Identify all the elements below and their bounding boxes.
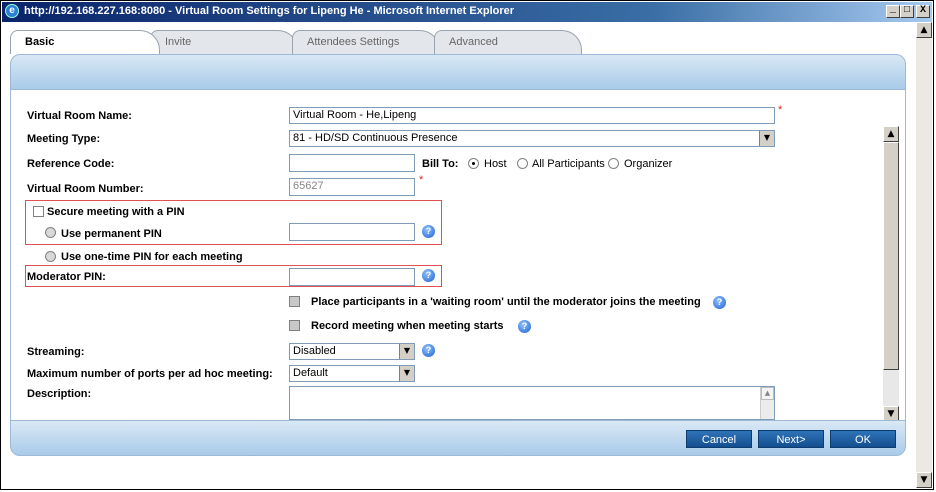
meeting-type-select[interactable]: 81 - HD/SD Continuous Presence ▼ (289, 130, 775, 147)
tab-invite[interactable]: Invite (150, 30, 298, 54)
help-icon[interactable]: ? (713, 296, 726, 309)
panel-header (10, 54, 906, 90)
secure-pin-checkbox[interactable] (33, 206, 44, 217)
meeting-type-value: 81 - HD/SD Continuous Presence (293, 132, 458, 144)
permanent-pin-label: Use permanent PIN (61, 228, 162, 240)
scroll-thumb[interactable] (883, 142, 899, 370)
virtual-room-number-label: Virtual Room Number: (27, 183, 144, 195)
record-meeting-checkbox[interactable] (289, 320, 300, 331)
close-button[interactable]: X (916, 5, 930, 18)
window-title: http://192.168.227.168:8080 - Virtual Ro… (24, 5, 515, 17)
scroll-down-icon[interactable]: ▼ (883, 406, 899, 420)
help-icon[interactable]: ? (422, 344, 435, 357)
streaming-value: Disabled (293, 345, 336, 357)
bill-to-organizer-label: Organizer (624, 158, 673, 170)
help-icon[interactable]: ? (518, 320, 531, 333)
required-marker: * (419, 174, 424, 186)
description-label: Description: (27, 388, 92, 400)
bill-to-label: Bill To: (422, 158, 459, 170)
waiting-room-label: Place participants in a 'waiting room' u… (311, 296, 701, 308)
scroll-down-icon[interactable]: ▼ (916, 472, 932, 488)
maximize-button[interactable]: □ (900, 5, 914, 18)
one-time-pin-radio[interactable] (45, 251, 56, 262)
help-icon[interactable]: ? (422, 269, 435, 282)
permanent-pin-input[interactable] (289, 223, 415, 241)
bill-to-host-radio[interactable] (468, 158, 479, 169)
ok-button[interactable]: OK (830, 430, 896, 448)
bill-to-host-label: Host (484, 158, 507, 170)
help-icon[interactable]: ? (422, 225, 435, 238)
max-ports-value: Default (293, 367, 328, 379)
reference-code-input[interactable] (289, 154, 415, 172)
next-button[interactable]: Next> (758, 430, 824, 448)
waiting-room-checkbox[interactable] (289, 296, 300, 307)
description-scrollbar[interactable]: ▲ (760, 387, 774, 419)
ie-icon: e (5, 4, 19, 18)
virtual-room-number-input[interactable]: 65627 (289, 178, 415, 196)
max-ports-label: Maximum number of ports per ad hoc meeti… (27, 368, 273, 380)
tab-attendees-settings[interactable]: Attendees Settings (292, 30, 440, 54)
chevron-down-icon[interactable]: ▼ (399, 344, 414, 359)
required-marker: * (778, 104, 783, 116)
secure-pin-label: Secure meeting with a PIN (47, 206, 185, 218)
bill-to-organizer-radio[interactable] (608, 158, 619, 169)
scroll-up-icon[interactable]: ▲ (883, 126, 899, 142)
chevron-down-icon[interactable]: ▼ (759, 131, 774, 146)
record-meeting-label: Record meeting when meeting starts (311, 320, 504, 332)
permanent-pin-radio[interactable] (45, 227, 56, 238)
streaming-select[interactable]: Disabled ▼ (289, 343, 415, 360)
tab-bar: Basic Invite Attendees Settings Advanced (10, 30, 710, 54)
tab-basic[interactable]: Basic (10, 30, 160, 54)
scroll-up-icon[interactable]: ▲ (916, 22, 932, 38)
moderator-pin-input[interactable] (289, 268, 415, 286)
tab-advanced[interactable]: Advanced (434, 30, 582, 54)
virtual-room-name-input[interactable]: Virtual Room - He,Lipeng (289, 107, 775, 124)
page-scrollbar[interactable]: ▲ ▼ (916, 22, 932, 488)
virtual-room-name-label: Virtual Room Name: (27, 110, 132, 122)
form-scrollbar[interactable]: ▲ ▼ (883, 126, 899, 420)
bill-to-all-participants-label: All Participants (532, 158, 605, 170)
moderator-pin-label: Moderator PIN: (27, 271, 106, 283)
scroll-up-icon[interactable]: ▲ (761, 387, 774, 400)
cancel-button[interactable]: Cancel (686, 430, 752, 448)
panel-footer: Cancel Next> OK (10, 420, 906, 456)
description-textarea[interactable]: ▲ (289, 386, 775, 420)
title-bar: e http://192.168.227.168:8080 - Virtual … (2, 2, 932, 22)
one-time-pin-label: Use one-time PIN for each meeting (61, 251, 243, 263)
max-ports-select[interactable]: Default ▼ (289, 365, 415, 382)
reference-code-label: Reference Code: (27, 158, 115, 170)
streaming-label: Streaming: (27, 346, 85, 358)
form-area: Virtual Room Name: Virtual Room - He,Lip… (10, 90, 906, 420)
minimize-button[interactable]: _ (886, 5, 900, 18)
chevron-down-icon[interactable]: ▼ (399, 366, 414, 381)
bill-to-all-participants-radio[interactable] (517, 158, 528, 169)
page-content: Basic Invite Attendees Settings Advanced… (2, 22, 916, 488)
meeting-type-label: Meeting Type: (27, 133, 101, 145)
